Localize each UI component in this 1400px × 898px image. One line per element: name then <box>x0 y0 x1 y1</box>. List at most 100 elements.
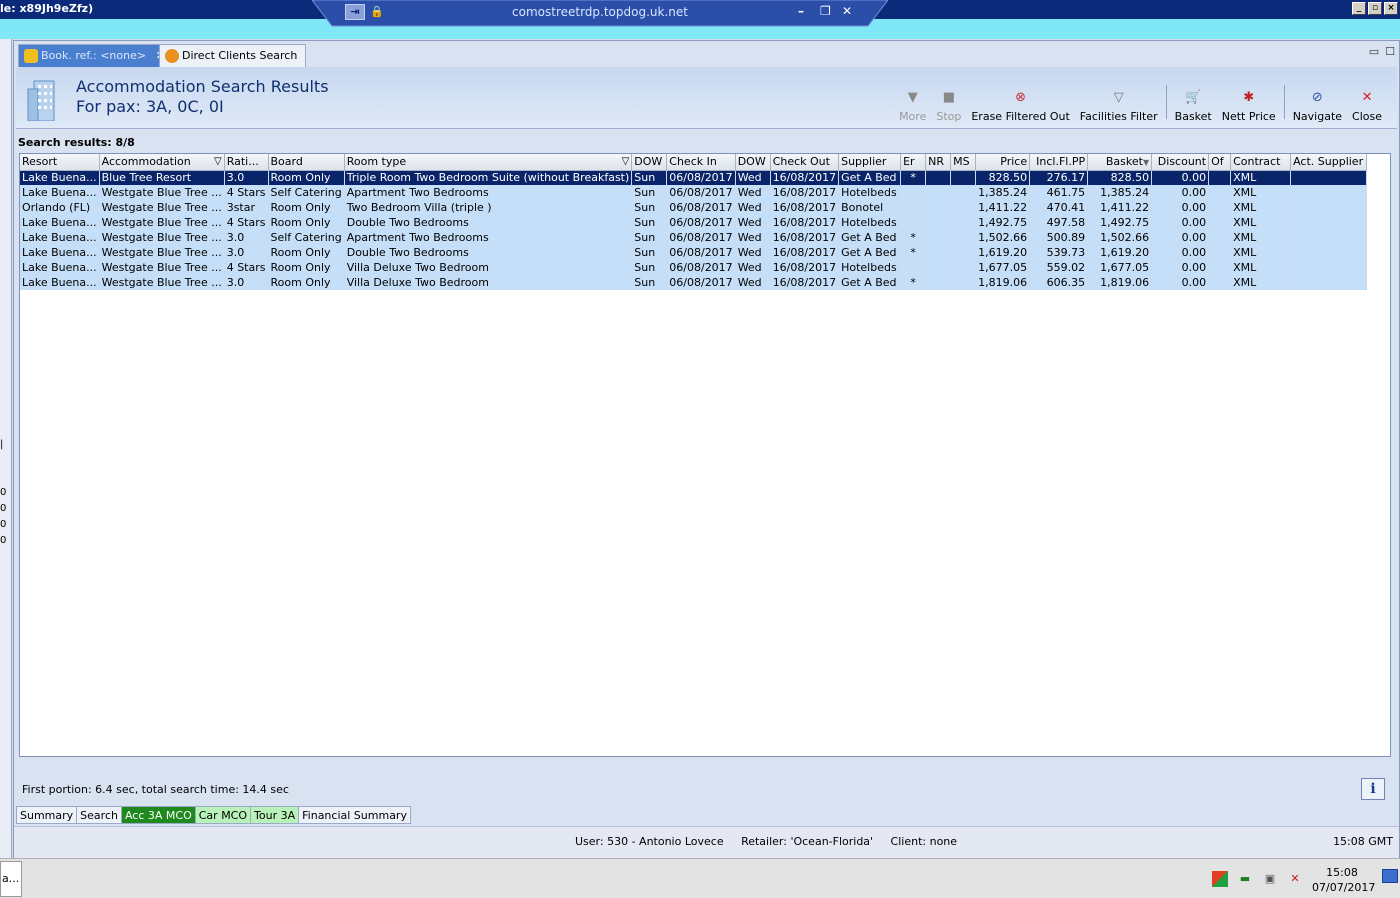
table-cell <box>925 170 952 185</box>
column-header[interactable]: Rati... <box>224 154 269 171</box>
tab-car-mco[interactable]: Car MCO <box>195 806 252 824</box>
volume-muted-icon[interactable]: ✕ <box>1287 871 1303 887</box>
column-header[interactable]: Board <box>268 154 345 171</box>
panel-controls: ▭ ☐ <box>1369 45 1395 58</box>
rdp-restore-icon[interactable]: ❐ <box>820 4 831 18</box>
hotel-building-icon <box>27 80 55 121</box>
table-cell: XML <box>1230 230 1292 245</box>
grid-body: Lake Buena... Blue Tree Resort 3.0 Room Onl… <box>20 170 1368 290</box>
navigate-button[interactable]: ⊘ Navigate <box>1288 88 1347 123</box>
table-cell: XML <box>1230 185 1292 200</box>
column-header[interactable]: Check In <box>666 154 736 171</box>
column-header[interactable]: Discount <box>1151 154 1210 171</box>
show-desktop-icon[interactable] <box>1382 869 1398 883</box>
flag-icon[interactable] <box>1212 871 1228 887</box>
table-cell: Self Catering <box>268 230 345 245</box>
table-cell: 1,492.75 <box>1087 215 1153 230</box>
rdp-close-icon[interactable]: ✕ <box>842 4 852 18</box>
column-header[interactable]: NR <box>925 154 952 171</box>
table-cell: Wed <box>735 275 771 290</box>
filter-icon[interactable]: ▽ <box>622 156 630 167</box>
network-icon[interactable]: ▬ <box>1237 871 1253 887</box>
table-row[interactable]: Lake Buena... Westgate Blue Tree ... 3.0 Se… <box>20 230 1368 245</box>
toolbar: ▼ More ■ Stop ⊗ Erase Filtered Out ▽ Fac… <box>894 81 1387 123</box>
table-row[interactable]: Lake Buena... Westgate Blue Tree ... 4 Sta… <box>20 215 1368 230</box>
nett-price-button[interactable]: ✱ Nett Price <box>1217 88 1281 123</box>
restore-icon[interactable]: ▫ <box>1368 2 1382 15</box>
taskbar: a... ▬ ▣ ✕ 15:08 07/07/2017 <box>0 858 1400 898</box>
table-cell: 1,492.75 <box>975 215 1031 230</box>
table-cell: Sun <box>631 185 668 200</box>
table-cell: 16/08/2017 <box>770 170 840 185</box>
table-row[interactable]: Lake Buena... Westgate Blue Tree ... 4 Sta… <box>20 260 1368 275</box>
gmt-clock: 15:08 GMT <box>1333 835 1393 848</box>
table-cell: 4 Stars <box>224 260 269 275</box>
table-cell: 06/08/2017 <box>666 245 736 260</box>
table-cell <box>950 230 977 245</box>
tab-summary[interactable]: Summary <box>16 806 78 824</box>
facilities-filter-button[interactable]: ▽ Facilities Filter <box>1075 88 1163 123</box>
table-row[interactable]: Lake Buena... Westgate Blue Tree ... 3.0 Ro… <box>20 245 1368 260</box>
column-header[interactable]: Er <box>900 154 927 171</box>
column-header[interactable]: Price <box>975 154 1031 171</box>
table-cell: 0.00 <box>1151 230 1210 245</box>
tab-direct-clients-search[interactable]: Direct Clients Search <box>159 44 307 67</box>
column-header-room-type[interactable]: Room type ▽ <box>344 154 633 171</box>
taskbar-clock[interactable]: 15:08 07/07/2017 <box>1312 865 1375 895</box>
filter-icon[interactable]: ▽ <box>214 156 222 167</box>
column-header[interactable]: Of <box>1208 154 1232 171</box>
table-cell: Sun <box>631 200 668 215</box>
column-header[interactable]: DOW <box>735 154 771 171</box>
minimize-icon[interactable]: _ <box>1352 2 1366 15</box>
panel-minimize-icon[interactable]: ▭ <box>1369 45 1379 58</box>
table-cell: 276.17 <box>1029 170 1089 185</box>
column-header[interactable]: Contract <box>1230 154 1292 171</box>
tab-booking[interactable]: Book. ref.: <none> ✕ <box>18 44 174 67</box>
table-row[interactable]: Lake Buena... Blue Tree Resort 3.0 Room Onl… <box>20 170 1368 185</box>
table-cell: Wed <box>735 215 771 230</box>
table-cell: 06/08/2017 <box>666 185 736 200</box>
tab-financial-summary[interactable]: Financial Summary <box>299 806 411 824</box>
column-header[interactable]: Supplier <box>838 154 902 171</box>
column-header[interactable]: Check Out <box>770 154 840 171</box>
table-cell <box>1290 275 1368 290</box>
table-cell: 500.89 <box>1029 230 1089 245</box>
close-window-icon[interactable]: × <box>1384 2 1398 15</box>
more-button[interactable]: ▼ More <box>894 88 931 123</box>
info-button[interactable]: i <box>1361 778 1385 800</box>
table-cell: 1,819.06 <box>975 275 1031 290</box>
computer-icon[interactable]: ▣ <box>1262 871 1278 887</box>
tab-search[interactable]: Search <box>77 806 122 824</box>
table-cell: 1,411.22 <box>1087 200 1153 215</box>
table-cell: Wed <box>735 170 771 185</box>
tab-acc-3a-mco[interactable]: Acc 3A MCO <box>121 806 196 824</box>
table-cell: Lake Buena... <box>20 245 100 260</box>
column-header[interactable]: Act. Supplier <box>1290 154 1368 171</box>
close-button[interactable]: ✕ Close <box>1347 88 1387 123</box>
table-cell <box>925 200 952 215</box>
column-header[interactable]: Resort <box>20 154 100 171</box>
erase-filtered-out-button[interactable]: ⊗ Erase Filtered Out <box>966 88 1074 123</box>
column-header-basket[interactable]: Basket▼ <box>1087 154 1153 171</box>
stop-button[interactable]: ■ Stop <box>931 88 966 123</box>
table-row[interactable]: Lake Buena... Westgate Blue Tree ... 4 Sta… <box>20 185 1368 200</box>
basket-button[interactable]: 🛒 Basket <box>1170 88 1217 123</box>
tab-tour-3a[interactable]: Tour 3A <box>251 806 300 824</box>
taskbar-app-button[interactable]: a... <box>0 861 22 897</box>
table-row[interactable]: Lake Buena... Westgate Blue Tree ... 3.0 Ro… <box>20 275 1368 290</box>
panel-maximize-icon[interactable]: ☐ <box>1385 45 1395 58</box>
table-cell: * <box>900 275 927 290</box>
table-cell: XML <box>1230 245 1292 260</box>
table-cell: Get A Bed <box>838 230 902 245</box>
column-header[interactable]: MS <box>950 154 977 171</box>
column-header[interactable]: DOW <box>631 154 668 171</box>
column-header[interactable]: Incl.Fl.PP <box>1029 154 1089 171</box>
table-row[interactable]: Orlando (FL) Westgate Blue Tree ... 3star R… <box>20 200 1368 215</box>
stop-icon: ■ <box>942 90 955 105</box>
user-retailer-info: User: 530 - Antonio Lovece Retailer: 'Oc… <box>575 835 958 848</box>
column-header-accommodation[interactable]: Accommodation ▽ <box>99 154 225 171</box>
column-header-label: Basket <box>1105 155 1143 169</box>
table-cell: 0.00 <box>1151 260 1210 275</box>
rdp-minimize-icon[interactable]: – <box>798 4 804 18</box>
table-cell: 606.35 <box>1029 275 1089 290</box>
